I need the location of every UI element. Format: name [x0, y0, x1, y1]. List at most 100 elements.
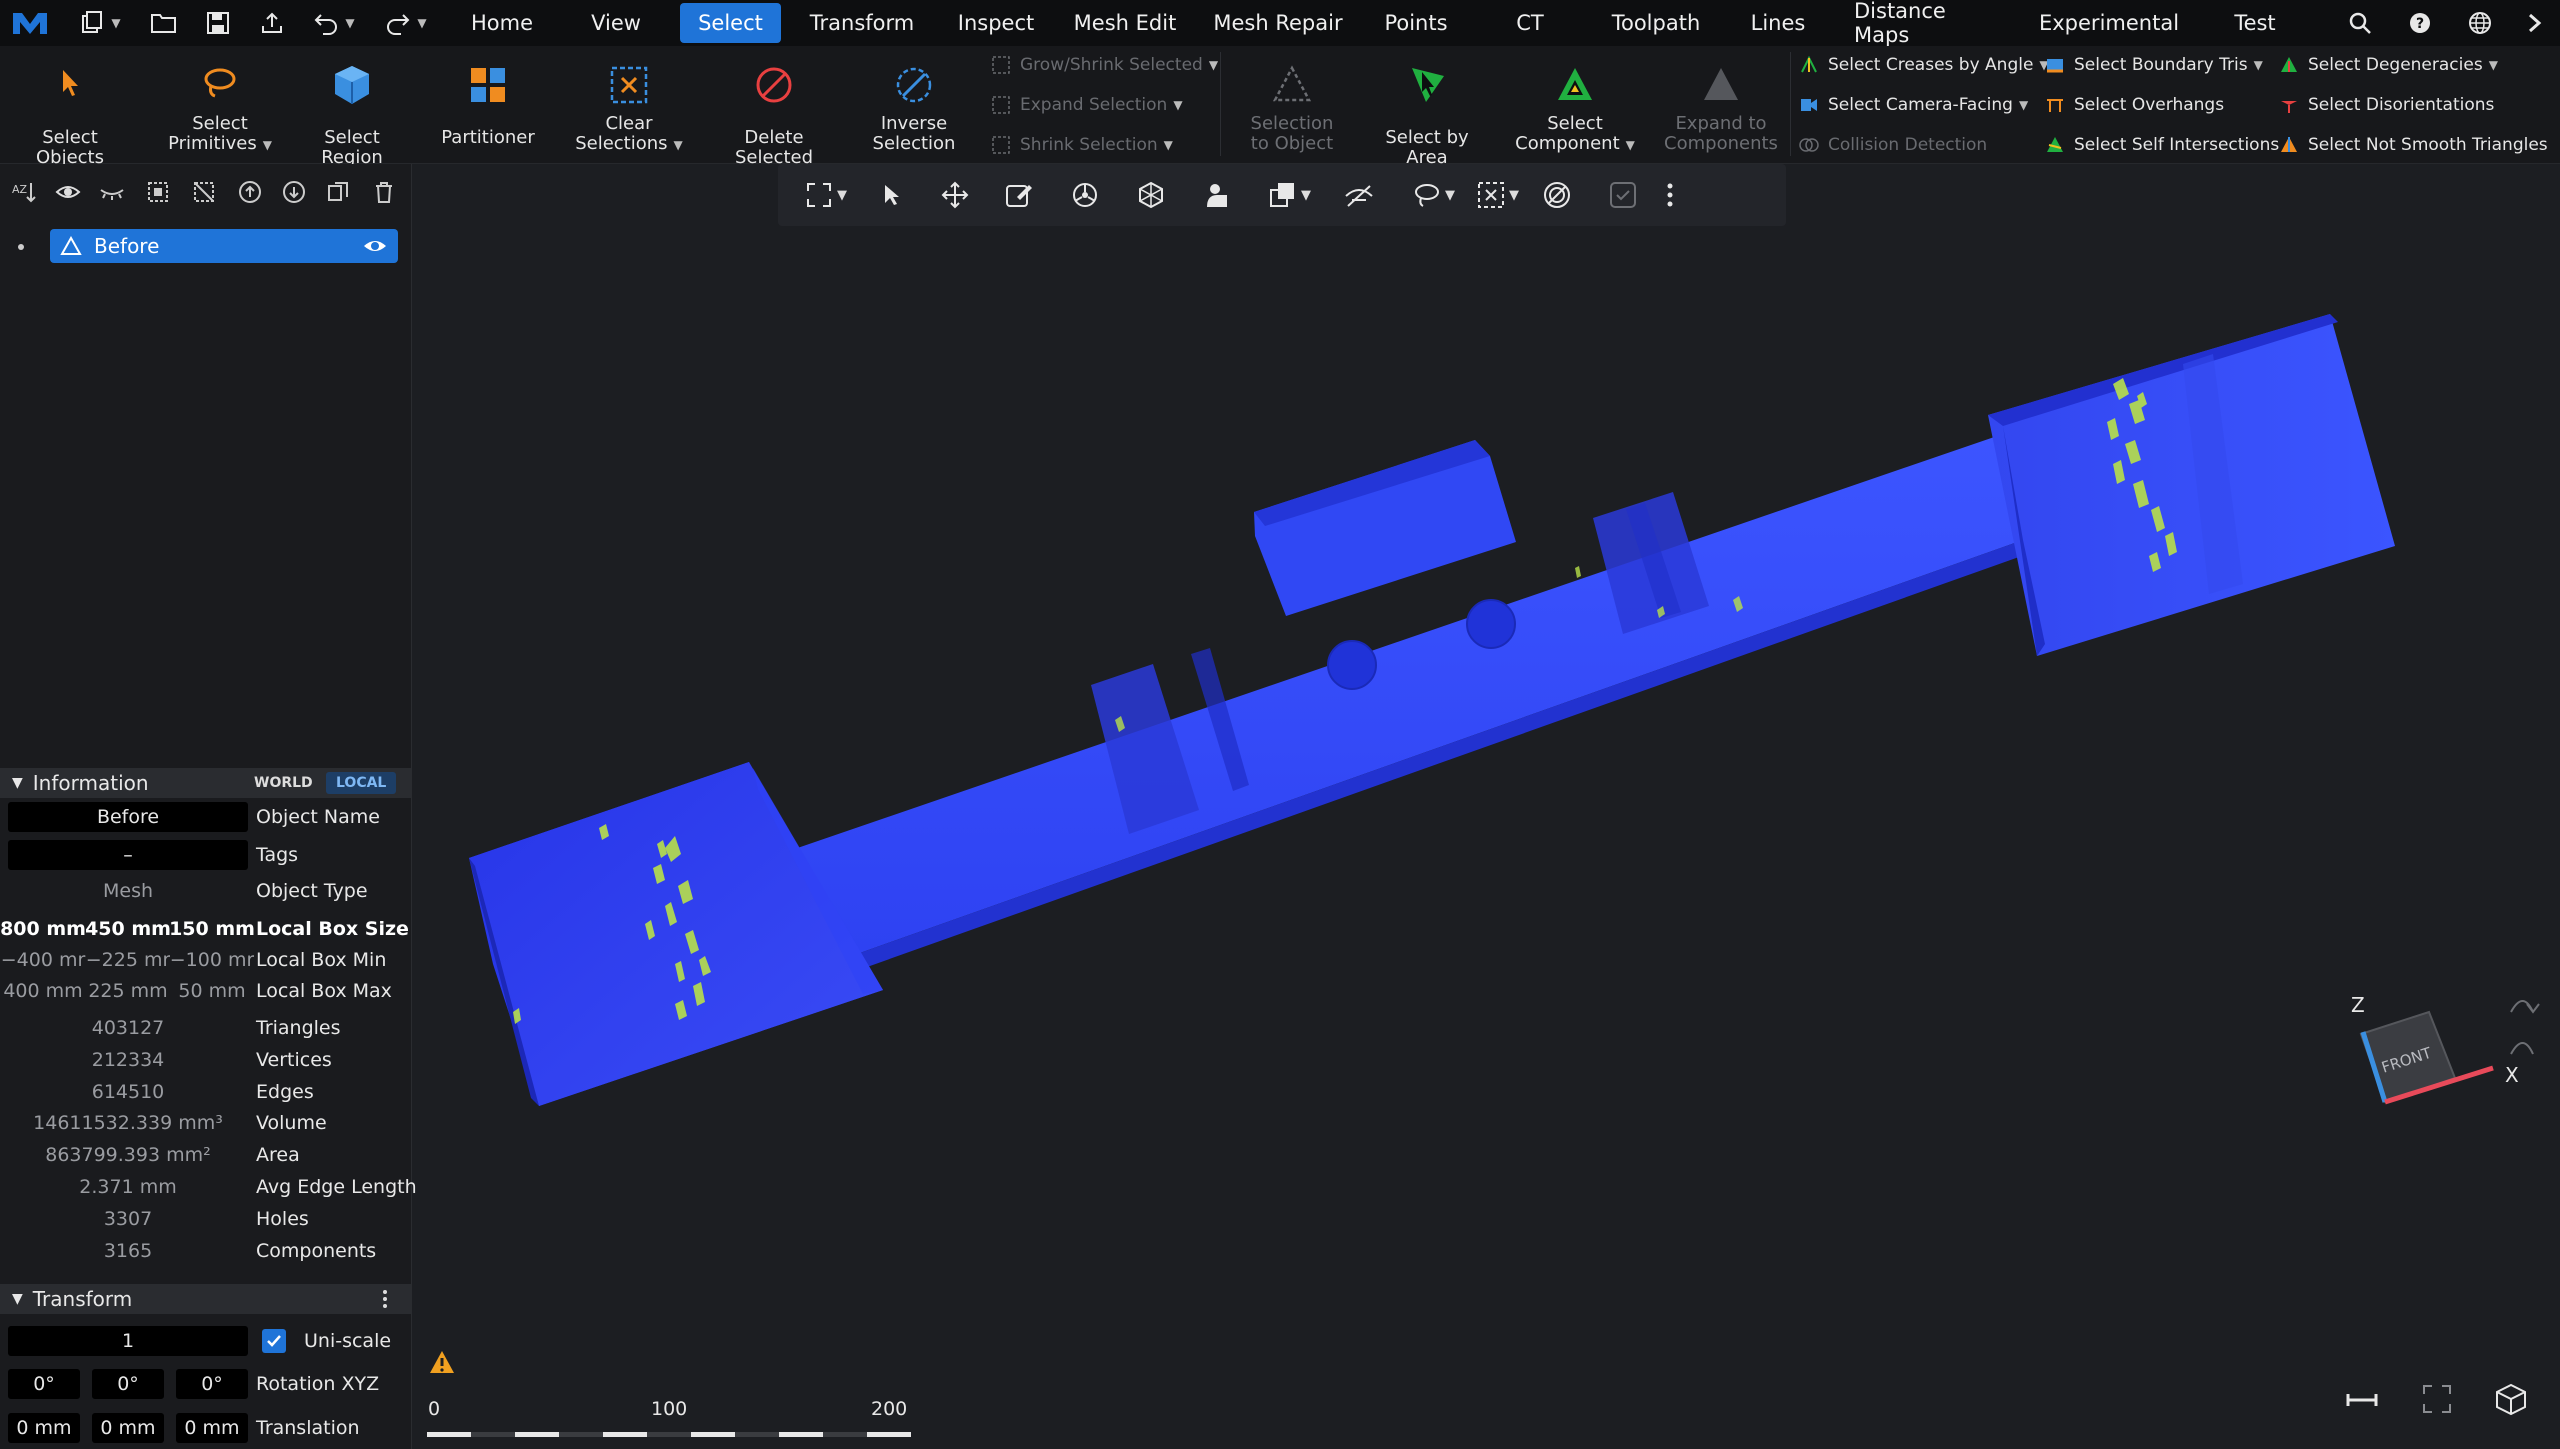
rotation-z-input[interactable]: 0° [176, 1369, 248, 1399]
export-icon[interactable] [254, 5, 290, 41]
tree-item-before[interactable]: Before [50, 229, 398, 263]
move-arrows-icon[interactable] [938, 178, 972, 212]
select-primitives-button[interactable]: Select Primitives ▼ [160, 62, 280, 155]
selection-to-object-button[interactable]: Selection to Object [1232, 62, 1352, 154]
select-not-smooth-button[interactable]: Select Not Smooth Triangles [2278, 132, 2548, 158]
clear-selections-button[interactable]: Clear Selections ▼ [568, 62, 690, 155]
gizmo-icon[interactable] [1134, 178, 1168, 212]
translation-y-input[interactable]: 0 mm [92, 1413, 164, 1443]
pointer-icon[interactable] [874, 178, 908, 212]
select-degeneracies-button[interactable]: Select Degeneracies ▼ [2278, 52, 2498, 78]
expand-to-components-button[interactable]: Expand to Components [1660, 62, 1782, 154]
tab-experimental[interactable]: Experimental [2039, 3, 2179, 43]
search-icon[interactable] [2344, 5, 2376, 41]
select-by-area-button[interactable]: Select by Area [1366, 62, 1488, 168]
open-folder-icon[interactable] [146, 5, 182, 41]
tab-test[interactable]: Test [2230, 3, 2280, 43]
object-name-field[interactable]: Before [8, 802, 248, 832]
fullscreen-dropdown-icon[interactable]: ▼ [832, 178, 852, 212]
move-up-icon[interactable] [234, 176, 266, 208]
paint-select-icon[interactable] [1002, 178, 1036, 212]
select-all-icon[interactable] [142, 176, 174, 208]
fit-view-icon[interactable] [2422, 1384, 2452, 1414]
save-icon[interactable] [200, 5, 236, 41]
clear-box-dropdown-icon[interactable]: ▼ [1504, 178, 1524, 212]
expand-selection-button[interactable]: Expand Selection ▼ [990, 92, 1183, 118]
3d-viewport[interactable]: FRONT Z X [413, 164, 2560, 1449]
duplicate-icon[interactable] [322, 176, 354, 208]
select-disorientations-button[interactable]: Select Disorientations [2278, 92, 2494, 118]
move-down-icon[interactable] [278, 176, 310, 208]
no-select-icon[interactable] [1540, 178, 1574, 212]
select-component-button[interactable]: Select Component ▼ [1510, 62, 1640, 155]
lasso-tool-icon[interactable] [1410, 178, 1444, 212]
uniscale-checkbox[interactable] [262, 1329, 286, 1353]
select-creases-button[interactable]: Select Creases by Angle ▼ [1798, 52, 2049, 78]
copy-transform-dropdown-icon[interactable]: ▼ [1296, 178, 1316, 212]
new-file-icon[interactable]: ▼ [74, 5, 126, 41]
collision-detection-button[interactable]: Collision Detection [1798, 132, 1987, 158]
tab-lines[interactable]: Lines [1748, 3, 1808, 43]
tags-field[interactable]: – [8, 840, 248, 870]
select-camera-facing-button[interactable]: Select Camera-Facing ▼ [1798, 92, 2028, 118]
tab-select[interactable]: Select [680, 3, 781, 43]
tab-view[interactable]: View [580, 3, 652, 43]
fullscreen-icon[interactable] [802, 178, 836, 212]
kebab-menu-icon[interactable] [380, 1288, 390, 1310]
clear-box-icon[interactable] [1474, 178, 1508, 212]
confirm-icon[interactable] [1606, 178, 1640, 212]
transform-header[interactable]: ▼ Transform [0, 1284, 412, 1314]
select-self-intersections-button[interactable]: Select Self Intersections [2044, 132, 2279, 158]
rotation-y-input[interactable]: 0° [92, 1369, 164, 1399]
more-icon[interactable] [2520, 5, 2550, 41]
select-objects-button[interactable]: Select Objects [10, 62, 130, 168]
select-region-button[interactable]: Select Region [292, 62, 412, 168]
information-header[interactable]: ▼ Information WORLD LOCAL [0, 768, 412, 798]
measure-icon[interactable] [2344, 1388, 2380, 1412]
eye-icon[interactable] [52, 176, 84, 208]
help-icon[interactable]: ? [2404, 5, 2436, 41]
scale-input[interactable]: 1 [8, 1326, 248, 1356]
undo-icon[interactable]: ▼ [308, 5, 360, 41]
world-toggle[interactable]: WORLD [246, 772, 321, 794]
tab-transform[interactable]: Transform [806, 3, 918, 43]
perspective-cube-icon[interactable] [2494, 1382, 2528, 1416]
orbit-icon[interactable] [1068, 178, 1102, 212]
globe-icon[interactable] [2464, 5, 2496, 41]
visibility-eye-icon[interactable] [362, 236, 388, 256]
tab-inspect[interactable]: Inspect [948, 3, 1044, 43]
rotate-view-icon[interactable] [2510, 1000, 2540, 1014]
copy-transform-icon[interactable] [1266, 178, 1300, 212]
grow-shrink-button[interactable]: Grow/Shrink Selected ▼ [990, 52, 1218, 78]
tab-mesh-repair[interactable]: Mesh Repair [1210, 3, 1346, 43]
tab-mesh-edit[interactable]: Mesh Edit [1068, 3, 1182, 43]
warning-icon[interactable] [428, 1349, 456, 1375]
sort-icon[interactable]: AZ [8, 176, 40, 208]
app-logo-icon[interactable] [8, 5, 52, 41]
select-overhangs-button[interactable]: Select Overhangs [2044, 92, 2224, 118]
select-boundary-tris-button[interactable]: Select Boundary Tris ▼ [2044, 52, 2263, 78]
tab-home[interactable]: Home [462, 3, 542, 43]
lasso-dropdown-icon[interactable]: ▼ [1440, 178, 1460, 212]
snap-icon[interactable] [1200, 178, 1234, 212]
tab-toolpath[interactable]: Toolpath [1604, 3, 1708, 43]
tab-ct[interactable]: CT [1510, 3, 1550, 43]
local-toggle[interactable]: LOCAL [326, 772, 397, 794]
rotation-x-input[interactable]: 0° [8, 1369, 80, 1399]
deselect-icon[interactable] [188, 176, 220, 208]
holes-value: 3307 [103, 1208, 153, 1230]
delete-selected-button[interactable]: Delete Selected [706, 62, 842, 168]
translation-z-input[interactable]: 0 mm [176, 1413, 248, 1443]
tab-points[interactable]: Points [1376, 3, 1456, 43]
eye-closed-icon[interactable] [96, 176, 128, 208]
redo-icon[interactable]: ▼ [380, 5, 432, 41]
translation-x-input[interactable]: 0 mm [8, 1413, 80, 1443]
view-cube[interactable]: FRONT Z X [2351, 993, 2540, 1105]
hide-selection-icon[interactable] [1342, 178, 1376, 212]
trash-icon[interactable] [368, 176, 400, 208]
viewport-menu-icon[interactable] [1660, 178, 1680, 212]
inverse-selection-button[interactable]: Inverse Selection [858, 62, 970, 154]
partitioner-button[interactable]: Partitioner [428, 62, 548, 148]
tab-distance-maps[interactable]: Distance Maps [1854, 0, 2004, 47]
shrink-selection-button[interactable]: Shrink Selection ▼ [990, 132, 1173, 158]
